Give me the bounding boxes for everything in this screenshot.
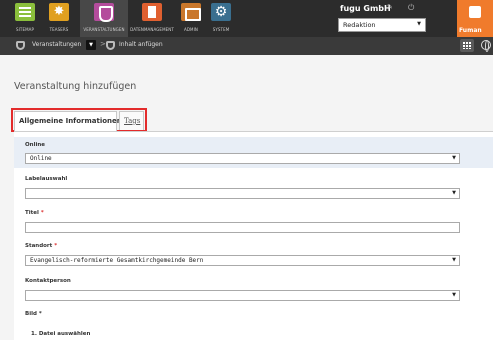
company-name: fugu GmbH bbox=[340, 4, 391, 13]
datei-auswaehlen-step: 1. Datei auswählen bbox=[31, 331, 91, 337]
events-icon bbox=[16, 41, 25, 50]
nav-system[interactable]: SYSTEM bbox=[199, 3, 243, 35]
online-select-value: Online bbox=[30, 155, 52, 162]
chevron-down-icon: ▼ bbox=[452, 190, 456, 196]
kontaktperson-label: Kontaktperson bbox=[25, 278, 71, 284]
labelauswahl-select[interactable]: ▼ bbox=[25, 188, 460, 199]
bild-label: Bild * bbox=[25, 311, 42, 317]
redaktion-select-value: Redaktion bbox=[343, 21, 376, 29]
online-label: Online bbox=[25, 142, 46, 148]
events-icon bbox=[106, 41, 115, 50]
chevron-down-icon: ▼ bbox=[452, 292, 456, 298]
nav-system-label: SYSTEM bbox=[212, 27, 230, 32]
breadcrumb-inhalt-anfuegen: Inhalt anfügen bbox=[119, 41, 163, 48]
chevron-down-icon: ▼ bbox=[417, 21, 421, 27]
brand-text: Fuman bbox=[459, 27, 482, 34]
standort-label: Standort * bbox=[25, 243, 57, 249]
required-marker: * bbox=[38, 311, 42, 317]
page-title: Veranstaltung hinzufügen bbox=[14, 81, 137, 92]
sitemap-icon bbox=[15, 3, 35, 21]
bild-label-text: Bild bbox=[25, 311, 37, 317]
chevron-down-icon: ▼ bbox=[452, 155, 456, 161]
titel-label-text: Titel bbox=[25, 210, 39, 216]
standort-select-value: Evangelisch-reformierte Gesamtkirchgemei… bbox=[30, 257, 204, 264]
grid-view-button[interactable] bbox=[460, 39, 474, 52]
titel-label: Titel * bbox=[25, 210, 44, 216]
chevron-down-icon: ▼ bbox=[452, 257, 456, 263]
globe-icon[interactable] bbox=[481, 40, 491, 52]
required-marker: * bbox=[40, 210, 44, 216]
titel-input[interactable] bbox=[25, 222, 460, 233]
tab-tags[interactable]: Tags bbox=[119, 111, 144, 130]
teasers-icon bbox=[49, 3, 69, 21]
kontaktperson-select[interactable]: ▼ bbox=[25, 290, 460, 301]
events-icon bbox=[94, 3, 114, 22]
nav-teasers[interactable]: TEASERS bbox=[37, 3, 81, 35]
nav-veranstaltungen[interactable]: VERANSTALTUNGEN bbox=[80, 0, 128, 37]
admin-icon bbox=[181, 3, 201, 21]
standort-label-text: Standort bbox=[25, 243, 53, 249]
nav-veranstaltungen-label: VERANSTALTUNGEN bbox=[83, 27, 125, 32]
breadcrumb-separator: > bbox=[100, 40, 106, 48]
logout-power-icon[interactable]: ⏻ bbox=[408, 3, 414, 13]
tab-allgemeine-informationen[interactable]: Allgemeine Informationen bbox=[14, 111, 122, 131]
standort-select[interactable]: Evangelisch-reformierte Gesamtkirchgemei… bbox=[25, 255, 460, 266]
brand-mark-icon bbox=[469, 6, 481, 18]
nav-teasers-label: TEASERS bbox=[49, 27, 69, 32]
redaktion-select[interactable]: Redaktion ▼ bbox=[338, 18, 426, 32]
online-select[interactable]: Online ▼ bbox=[25, 153, 460, 164]
required-marker: * bbox=[54, 243, 58, 249]
labelauswahl-label: Labelauswahl bbox=[25, 176, 68, 182]
edit-pencil-icon[interactable]: ✎ bbox=[387, 3, 393, 11]
breadcrumb-dropdown-button[interactable]: ▼ bbox=[86, 40, 96, 50]
data-management-icon bbox=[142, 3, 162, 21]
brand-logo: Fuman bbox=[457, 0, 493, 37]
system-gear-icon bbox=[211, 3, 231, 21]
breadcrumb-veranstaltungen[interactable]: Veranstaltungen bbox=[32, 41, 81, 48]
